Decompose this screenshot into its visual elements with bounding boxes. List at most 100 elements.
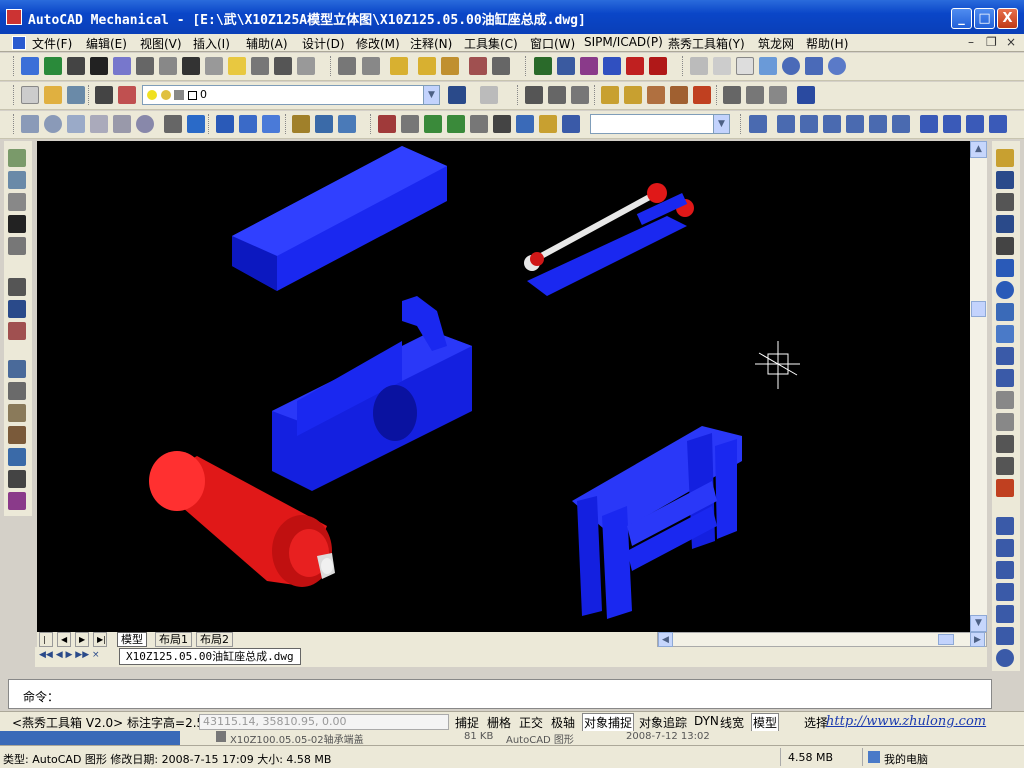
draw-tool-icon[interactable]	[338, 57, 356, 75]
polyline-icon[interactable]	[996, 561, 1014, 579]
line-icon[interactable]	[996, 517, 1014, 535]
flag-icon[interactable]	[603, 57, 621, 75]
dim-grid-icon[interactable]	[571, 86, 589, 104]
explode-icon[interactable]	[996, 479, 1014, 497]
menu-insert[interactable]: 插入(I)	[193, 35, 230, 52]
wedge-3d-icon[interactable]	[113, 115, 131, 133]
menu-view[interactable]: 视图(V)	[140, 35, 182, 52]
circle-icon[interactable]	[996, 649, 1014, 667]
polar-toggle[interactable]: 极轴	[551, 714, 575, 731]
open-file-icon[interactable]	[44, 57, 62, 75]
layer-dropdown[interactable]: 0 ▼	[142, 85, 440, 105]
chevron-down-icon[interactable]: ▼	[423, 86, 439, 104]
vertical-scrollbar[interactable]: ▲ ▼	[970, 141, 987, 632]
support-frame-part[interactable]	[572, 426, 742, 619]
rotate-icon[interactable]	[996, 281, 1014, 299]
autocad-app-icon[interactable]	[6, 9, 22, 25]
layer-properties-icon[interactable]	[95, 86, 113, 104]
side-tool-11-icon[interactable]	[8, 404, 26, 422]
light-icon[interactable]	[516, 115, 534, 133]
cone-3d-icon[interactable]	[90, 115, 108, 133]
next-tab-button[interactable]: ▶	[75, 632, 89, 647]
menu-yanxiu-toolbox[interactable]: 燕秀工具箱(Y)	[668, 35, 745, 52]
front-view-icon[interactable]	[869, 115, 887, 133]
drawing-canvas[interactable]	[37, 141, 970, 632]
grid-toggle[interactable]: 栅格	[487, 714, 511, 731]
fillet-icon[interactable]	[996, 457, 1014, 475]
scale-icon[interactable]	[996, 303, 1014, 321]
check-icon[interactable]	[113, 57, 131, 75]
menu-sipm-icad[interactable]: SIPM/ICAD(P)	[584, 35, 663, 49]
red-square-icon[interactable]	[626, 57, 644, 75]
hint-icon[interactable]	[274, 57, 292, 75]
camera-icon[interactable]	[470, 115, 488, 133]
help-question-icon[interactable]	[297, 57, 315, 75]
extend-icon[interactable]	[996, 369, 1014, 387]
first-tab-button[interactable]: |◀	[39, 632, 53, 658]
check-mark-icon[interactable]	[8, 278, 26, 296]
osnap-toggle[interactable]: 对象捕捉	[582, 713, 635, 732]
maximize-button[interactable]: □	[974, 8, 995, 29]
nw-iso-icon[interactable]	[989, 115, 1007, 133]
material-icon[interactable]	[539, 115, 557, 133]
frame-icon[interactable]	[492, 57, 510, 75]
help-icon[interactable]	[797, 86, 815, 104]
dim-table-icon[interactable]	[548, 86, 566, 104]
join-icon[interactable]	[996, 413, 1014, 431]
side-tool-14-icon[interactable]	[8, 470, 26, 488]
tab-model[interactable]: 模型	[117, 632, 147, 647]
ortho-toggle[interactable]: 正交	[519, 714, 543, 731]
scroll-up-button[interactable]: ▲	[970, 141, 987, 158]
stretch-icon[interactable]	[996, 325, 1014, 343]
tab-layout2[interactable]: 布局2	[196, 632, 233, 647]
side-tool-3-icon[interactable]	[8, 193, 26, 211]
undo-icon[interactable]	[448, 86, 466, 104]
extrude-icon[interactable]	[164, 115, 182, 133]
section-icon[interactable]	[315, 115, 333, 133]
table-icon[interactable]	[418, 57, 436, 75]
cylinder-3d-icon[interactable]	[67, 115, 85, 133]
hscroll-thumb[interactable]	[938, 634, 954, 645]
construction-line-icon[interactable]	[996, 539, 1014, 557]
edit-table-icon[interactable]	[441, 57, 459, 75]
se-iso-icon[interactable]	[943, 115, 961, 133]
menu-assist[interactable]: 辅助(A)	[246, 35, 288, 52]
text-icon[interactable]	[8, 215, 26, 233]
ne-iso-icon[interactable]	[966, 115, 984, 133]
toolbar-grip[interactable]	[13, 85, 16, 105]
erase-icon[interactable]	[996, 149, 1014, 167]
revolve-icon[interactable]	[187, 115, 205, 133]
menu-modify[interactable]: 修改(M)	[356, 35, 400, 52]
model-toggle[interactable]: 模型	[751, 713, 780, 732]
list-icon[interactable]	[136, 57, 154, 75]
dim-linear-icon[interactable]	[525, 86, 543, 104]
walk-icon[interactable]	[493, 115, 511, 133]
scroll-left-button[interactable]: ◀	[658, 632, 673, 647]
horizontal-scrollbar[interactable]: ◀ ▶	[657, 632, 987, 647]
scroll-thumb[interactable]	[971, 301, 986, 317]
render-settings-icon[interactable]	[562, 115, 580, 133]
minimize-button[interactable]: _	[951, 8, 972, 29]
visual-style-dropdown[interactable]: ▼	[590, 114, 730, 134]
pan-icon[interactable]	[424, 115, 442, 133]
monitor-icon[interactable]	[534, 57, 552, 75]
tree-icon[interactable]	[251, 57, 269, 75]
back-view-icon[interactable]	[892, 115, 910, 133]
arc-icon[interactable]	[996, 627, 1014, 645]
menu-help[interactable]: 帮助(H)	[806, 35, 848, 52]
dyn-toggle[interactable]: DYN	[694, 714, 719, 728]
offset-icon[interactable]	[996, 215, 1014, 233]
close-button[interactable]: X	[997, 8, 1018, 29]
side-tool-15-icon[interactable]	[8, 492, 26, 510]
render-icon[interactable]	[828, 57, 846, 75]
top-view-icon[interactable]	[777, 115, 795, 133]
trim-icon[interactable]	[996, 347, 1014, 365]
doc-restore-button[interactable]: ❐	[986, 35, 997, 49]
toolbar-grip[interactable]	[594, 85, 597, 105]
toolbar-grip[interactable]	[682, 56, 685, 76]
menu-toolsets[interactable]: 工具集(C)	[464, 35, 518, 52]
layer-manager-icon[interactable]	[67, 86, 85, 104]
toolbar-grip[interactable]	[208, 114, 211, 134]
otrack-toggle[interactable]: 对象追踪	[639, 714, 687, 731]
menu-zhulong[interactable]: 筑龙网	[758, 35, 794, 52]
